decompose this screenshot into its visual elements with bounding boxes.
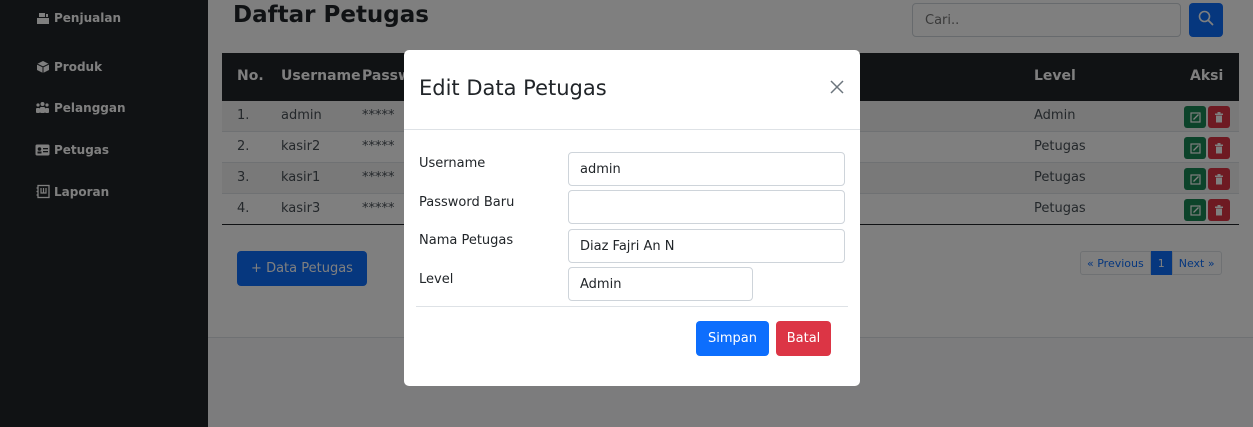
modal-header: Edit Data Petugas [404,50,860,130]
username-field[interactable] [568,152,845,186]
close-button[interactable] [826,76,848,98]
level-label: Level [419,272,454,287]
password-label: Password Baru [419,195,515,210]
modal-title: Edit Data Petugas [419,76,607,100]
close-icon [830,80,844,94]
password-field[interactable] [568,190,845,224]
nama-petugas-field[interactable] [568,229,845,263]
username-label: Username [419,156,486,171]
cancel-button[interactable]: Batal [776,321,831,356]
modal-divider [416,306,848,307]
edit-petugas-modal: Edit Data Petugas Username Password Baru… [404,50,860,386]
nama-petugas-label: Nama Petugas [419,233,514,248]
save-button[interactable]: Simpan [696,321,769,356]
level-field[interactable] [568,267,753,301]
